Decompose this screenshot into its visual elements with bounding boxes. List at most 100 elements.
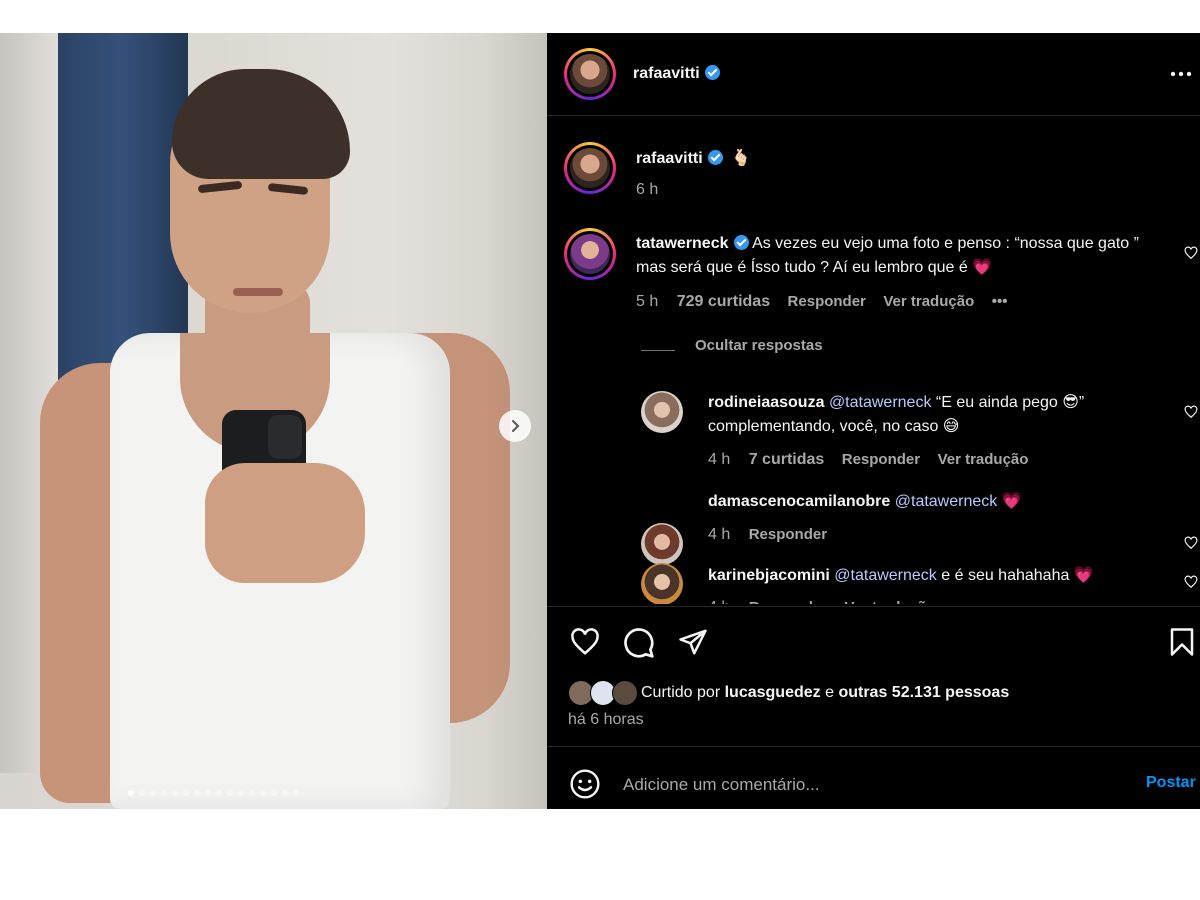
more-options-icon[interactable] [1170, 71, 1192, 77]
hand [205, 463, 365, 583]
bookmark-icon[interactable] [1169, 627, 1195, 657]
carousel-dot[interactable] [172, 790, 178, 796]
caption-username[interactable]: rafaavitti [636, 150, 703, 167]
carousel-next-button[interactable] [499, 410, 531, 442]
hide-replies-button[interactable]: Ocultar respostas [695, 337, 823, 354]
reply-time: 4 h [708, 526, 731, 543]
reply-avatar[interactable] [641, 523, 683, 565]
comments-panel: rafaavitti rafaavitti 🫰🏻 6 h tatawerneck… [547, 33, 1200, 809]
caption: rafaavitti 🫰🏻 [636, 147, 751, 171]
reply-body: karinebjacomini @tatawerneck e é seu hah… [708, 564, 1168, 588]
verified-icon [704, 65, 720, 80]
reply-mention[interactable]: @tatawerneck [829, 394, 932, 411]
liker-avatar [612, 680, 638, 706]
reply-meta: 4 h 7 curtidas Responder Ver tradução [708, 448, 1028, 472]
reply-avatar[interactable] [641, 391, 683, 433]
likers-avatars[interactable] [568, 680, 640, 706]
comment-likes[interactable]: 729 curtidas [677, 293, 770, 310]
header-user[interactable]: rafaavitti [633, 62, 720, 86]
comment-more-button[interactable]: ••• [992, 290, 1008, 314]
emoji-icon[interactable] [569, 768, 601, 800]
comment-body: tatawerneck As vezes eu vejo uma foto e … [636, 232, 1171, 280]
like-icon[interactable] [569, 627, 601, 657]
comment-translate-button[interactable]: Ver tradução [883, 290, 974, 314]
carousel-dot[interactable] [249, 790, 255, 796]
carousel-dot[interactable] [139, 790, 145, 796]
phone-camera [268, 415, 302, 459]
reply-translate-button[interactable]: Ver tradução [938, 448, 1029, 472]
header-avatar[interactable] [564, 48, 616, 100]
likes-middle: e [825, 684, 834, 701]
comment-like-icon[interactable] [1184, 246, 1198, 260]
likes-prefix: Curtido por [641, 684, 721, 701]
reply-reply-button[interactable]: Responder [749, 523, 827, 547]
comment-input[interactable] [621, 770, 1125, 800]
hair [172, 69, 350, 179]
reply-like-icon[interactable] [1184, 536, 1198, 550]
likes-summary: Curtido por lucasguedez e outras 52.131 … [641, 681, 1009, 705]
reply-username[interactable]: rodineiaasouza [708, 394, 824, 411]
carousel-dot[interactable] [128, 790, 134, 796]
carousel-dot[interactable] [238, 790, 244, 796]
carousel-dot[interactable] [227, 790, 233, 796]
header-divider [547, 115, 1200, 116]
caption-text: 🫰🏻 [731, 150, 752, 167]
reply-translate-button[interactable]: Ver tradução [845, 596, 936, 604]
carousel-dot[interactable] [293, 790, 299, 796]
verified-icon [733, 235, 749, 250]
mouth [233, 288, 283, 296]
reply-reply-button[interactable]: Responder [842, 448, 920, 472]
reply-avatar[interactable] [641, 563, 683, 604]
caption-avatar[interactable] [564, 142, 616, 194]
carousel-dot[interactable] [216, 790, 222, 796]
caption-time: 6 h [636, 181, 659, 198]
post-photo[interactable] [0, 33, 547, 809]
carousel-dot[interactable] [271, 790, 277, 796]
comment-emoji: 💗 [972, 259, 993, 276]
reply-mention[interactable]: @tatawerneck [834, 567, 937, 584]
reply-text-2: complementando, você, no caso 😅 [708, 418, 960, 435]
likes-others[interactable]: outras 52.131 pessoas [838, 684, 1009, 701]
reply-meta: 4 h Responder Ver tradução [708, 596, 935, 604]
replies-list: rodineiaasouza @tatawerneck “E eu ainda … [547, 378, 1200, 604]
post-time: há 6 horas [568, 711, 644, 728]
likes-user[interactable]: lucasguedez [725, 684, 821, 701]
post-modal: rafaavitti rafaavitti 🫰🏻 6 h tatawerneck… [0, 33, 1200, 809]
comment-avatar[interactable] [564, 228, 616, 280]
replies-line [641, 350, 675, 351]
reply-time: 4 h [708, 451, 731, 468]
reply-time: 4 h [708, 599, 730, 604]
share-icon[interactable] [677, 627, 709, 657]
reply-body: damascenocamilanobre @tatawerneck 💗 [708, 490, 1168, 514]
verified-icon [707, 150, 723, 165]
carousel-dot[interactable] [194, 790, 200, 796]
post-button[interactable]: Postar [1146, 774, 1196, 792]
composer-divider [547, 746, 1200, 747]
reply-text: e é seu hahahaha 💗 [941, 567, 1094, 584]
header-username[interactable]: rafaavitti [633, 65, 700, 82]
chevron-right-icon [512, 420, 520, 432]
carousel-dot[interactable] [183, 790, 189, 796]
reply-username[interactable]: karinebjacomini [708, 567, 830, 584]
reply-meta: 4 h Responder [708, 523, 827, 547]
reply-mention[interactable]: @tatawerneck [895, 493, 998, 510]
carousel-dot[interactable] [205, 790, 211, 796]
comment-reply-button[interactable]: Responder [788, 290, 866, 314]
reply-body: rodineiaasouza @tatawerneck “E eu ainda … [708, 391, 1168, 439]
carousel-dot[interactable] [150, 790, 156, 796]
reply-text: “E eu ainda pego 😎” [935, 394, 1085, 411]
carousel-dots [128, 790, 299, 796]
reply-username[interactable]: damascenocamilanobre [708, 493, 890, 510]
carousel-dot[interactable] [282, 790, 288, 796]
reply-like-icon[interactable] [1184, 575, 1198, 589]
reply-like-icon[interactable] [1184, 405, 1198, 419]
comment-icon[interactable] [623, 627, 655, 659]
carousel-dot[interactable] [161, 790, 167, 796]
comment-meta: 5 h 729 curtidas Responder Ver tradução … [636, 290, 1007, 314]
reply-reply-button[interactable]: Responder [749, 596, 827, 604]
reply-likes[interactable]: 7 curtidas [749, 451, 825, 468]
carousel-dot[interactable] [260, 790, 266, 796]
comment-username[interactable]: tatawerneck [636, 235, 729, 252]
comment-time: 5 h [636, 293, 659, 310]
reply-text: 💗 [1001, 493, 1022, 510]
